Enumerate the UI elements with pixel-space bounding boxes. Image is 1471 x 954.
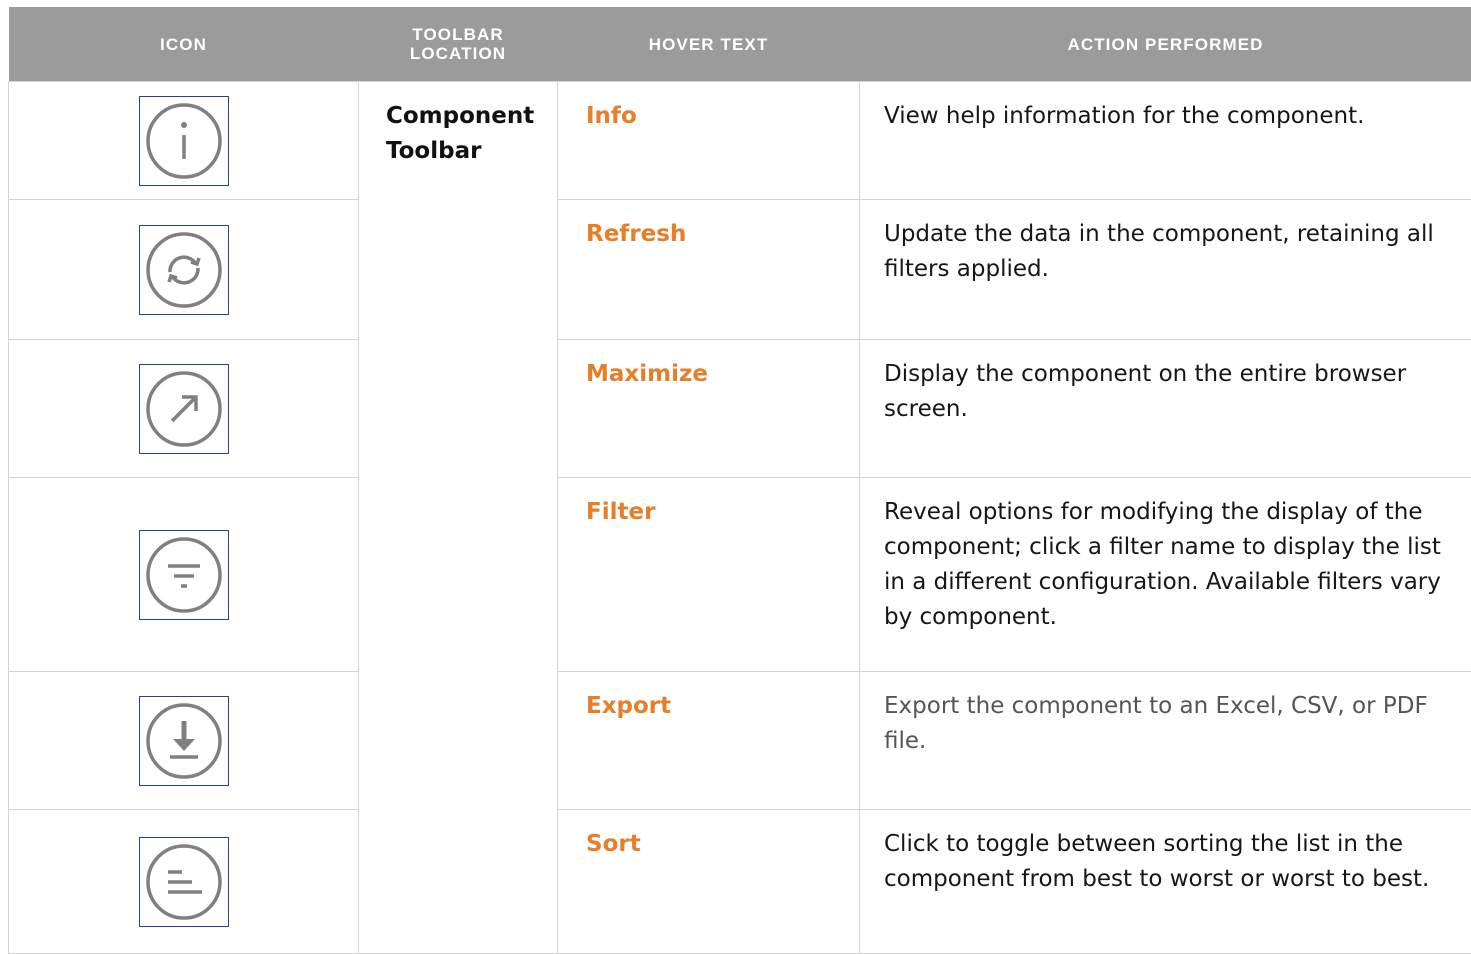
icon-cell (9, 340, 359, 478)
icon-cell (9, 82, 359, 200)
action-text-export: Export the component to an Excel, CSV, o… (860, 672, 1471, 810)
icon-cell (9, 200, 359, 340)
icon-cell (9, 810, 359, 954)
toolbar-location-cell: Component Toolbar (359, 82, 558, 954)
header-toolbar-location: TOOLBAR LOCATION (359, 7, 558, 82)
table-row: Sort Click to toggle between sorting the… (9, 810, 1471, 954)
table-row: Maximize Display the component on the en… (9, 340, 1471, 478)
filter-icon[interactable] (139, 530, 229, 620)
hover-text-filter: Filter (558, 478, 860, 672)
table-row: Export Export the component to an Excel,… (9, 672, 1471, 810)
action-text-refresh: Update the data in the component, retain… (860, 200, 1471, 340)
header-hover-text: HOVER TEXT (558, 7, 860, 82)
info-icon[interactable] (139, 96, 229, 186)
hover-text-export: Export (558, 672, 860, 810)
icon-cell (9, 478, 359, 672)
maximize-icon[interactable] (139, 364, 229, 454)
action-text-info: View help information for the component. (860, 82, 1471, 200)
header-action-performed: ACTION PERFORMED (860, 7, 1471, 82)
export-icon[interactable] (139, 696, 229, 786)
hover-text-info: Info (558, 82, 860, 200)
sort-icon[interactable] (139, 837, 229, 927)
table-row: Refresh Update the data in the component… (9, 200, 1471, 340)
refresh-icon[interactable] (139, 225, 229, 315)
hover-text-refresh: Refresh (558, 200, 860, 340)
hover-text-maximize: Maximize (558, 340, 860, 478)
header-row: ICON TOOLBAR LOCATION HOVER TEXT ACTION … (9, 7, 1471, 82)
table-row: Component Toolbar Info View help informa… (9, 82, 1471, 200)
icon-cell (9, 672, 359, 810)
action-text-filter: Reveal options for modifying the display… (860, 478, 1471, 672)
action-text-maximize: Display the component on the entire brow… (860, 340, 1471, 478)
hover-text-sort: Sort (558, 810, 860, 954)
header-icon: ICON (9, 7, 359, 82)
toolbar-reference-table: ICON TOOLBAR LOCATION HOVER TEXT ACTION … (8, 7, 1471, 954)
action-text-sort: Click to toggle between sorting the list… (860, 810, 1471, 954)
table-row: Filter Reveal options for modifying the … (9, 478, 1471, 672)
